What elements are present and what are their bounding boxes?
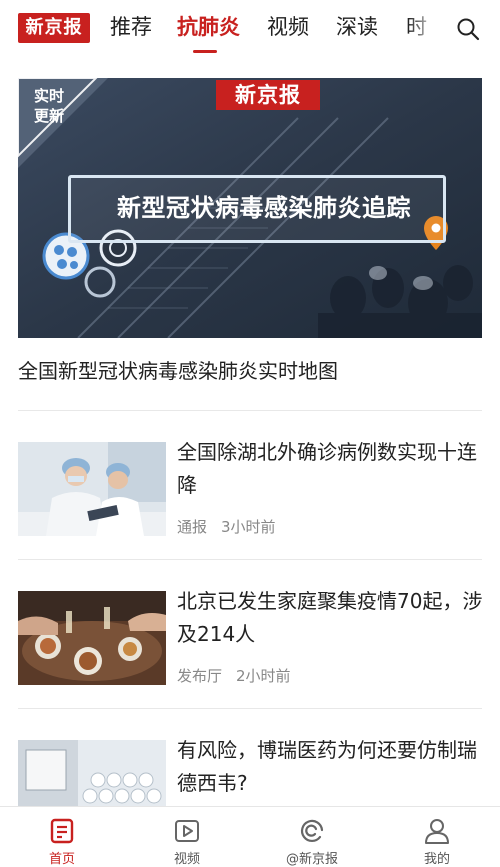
divider [18,410,482,411]
bottom-tab-home[interactable]: 首页 [12,807,112,867]
banner-heading: 新型冠状病毒感染肺炎追踪 [117,194,411,222]
news-time: 3小时前 [221,518,276,536]
tab-overflow-fade [408,8,444,50]
feature-banner[interactable]: 实时 更新 新京报 新型冠状病毒感染肺炎追踪 [18,78,482,338]
brand-logo[interactable]: 新京报 [18,13,90,43]
tab-video[interactable]: 视频 [267,12,309,42]
bottom-tab-profile[interactable]: 我的 [387,807,487,867]
home-icon [50,818,74,844]
profile-icon [425,819,449,844]
news-time: 2小时前 [236,667,291,685]
tab-deep-read[interactable]: 深读 [336,12,378,42]
news-source: 通报 [177,518,208,536]
divider [18,559,482,560]
video-icon [175,820,199,842]
news-item[interactable]: 全国除湖北外确诊病例数实现十连降 通报 3小时前 [0,440,500,572]
bottom-tab-label: 视频 [173,852,200,867]
divider [18,708,482,709]
banner-logo: 新京报 [216,80,320,110]
bottom-tab-at-bjnews[interactable]: @新京报 [262,807,362,867]
bottom-tab-label: @新京报 [285,852,338,867]
realtime-badge-line1: 实时 [33,87,64,105]
tab-fight-pneumonia[interactable]: 抗肺炎 [177,12,240,42]
top-nav: 新京报 推荐 抗肺炎 视频 深读 时 [0,0,500,62]
news-source: 发布厅 [177,667,223,685]
news-title[interactable]: 北京已发生家庭聚集疫情70起，涉及214人 [177,585,485,651]
news-meta: 通报 3小时前 [177,516,290,537]
active-tab-indicator [193,50,217,53]
tab-recommend[interactable]: 推荐 [110,12,152,42]
realtime-badge-line2: 更新 [33,107,64,125]
news-title[interactable]: 有风险，博瑞医药为何还要仿制瑞德西韦? [177,734,485,800]
at-icon [300,819,324,843]
family-dinner-photo-thumbnail [18,591,166,685]
search-icon[interactable] [456,17,480,41]
news-item[interactable]: 北京已发生家庭聚集疫情70起，涉及214人 发布厅 2小时前 [0,589,500,721]
doctors-photo-thumbnail [18,442,166,536]
realtime-update-badge: 实时 更新 [23,86,75,126]
news-meta: 发布厅 2小时前 [177,665,305,686]
bottom-tab-bar: 首页 视频 @新京报 我的 [0,806,500,867]
news-title[interactable]: 全国除湖北外确诊病例数实现十连降 [177,436,485,502]
banner-caption[interactable]: 全国新型冠状病毒感染肺炎实时地图 [18,356,338,386]
bottom-tab-label: 首页 [48,852,75,867]
bottom-tab-label: 我的 [423,852,450,867]
bottom-tab-video[interactable]: 视频 [137,807,237,867]
